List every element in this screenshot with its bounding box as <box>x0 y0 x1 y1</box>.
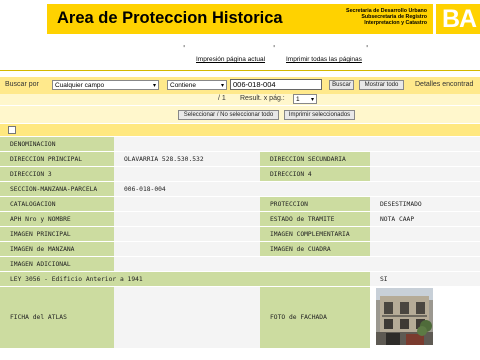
direccion-secundaria-value <box>370 152 480 166</box>
proteccion-value: DESESTIMADO <box>370 197 480 211</box>
field-select-value: Cualquier campo <box>55 82 105 89</box>
facade-photo[interactable] <box>376 288 433 345</box>
search-button[interactable]: Buscar <box>329 80 354 90</box>
table-row: LEY 3056 - Edificio Anterior a 1941 SI <box>0 272 480 286</box>
logo-text: BA <box>442 5 477 33</box>
table-row: IMAGEN de MANZANA IMAGEN de CUADRA <box>0 242 480 256</box>
imagen-principal-label: IMAGEN PRINCIPAL <box>0 227 114 241</box>
imagen-adicional-label: IMAGEN ADICIONAL <box>0 257 114 271</box>
selection-row <box>0 124 480 136</box>
imagen-adicional-value <box>114 257 480 271</box>
subtitle-line: Interpretacion y Catastro <box>364 20 427 27</box>
direccion-3-value <box>114 167 260 181</box>
chevron-down-icon: ▾ <box>220 83 224 89</box>
print-current-page-link[interactable]: Impresión página actual <box>196 56 265 63</box>
direccion-3-label: DIRECCION 3 <box>0 167 114 181</box>
table-row: IMAGEN ADICIONAL <box>0 257 480 271</box>
results-per-page-label: Result. x pág.: <box>240 95 285 102</box>
show-all-button[interactable]: Mostrar todo <box>359 80 404 90</box>
table-row: SECCION-MANZANA-PARCELA 006-018-004 <box>0 182 480 196</box>
page-title: Area de Proteccion Historica <box>57 9 283 27</box>
search-label: Buscar por <box>5 81 39 88</box>
condition-select[interactable]: Contiene ▾ <box>167 80 227 90</box>
imagen-cuadra-value <box>370 242 480 256</box>
ley-3056-label: LEY 3056 - Edificio Anterior a 1941 <box>0 272 370 286</box>
field-select[interactable]: Cualquier campo ▾ <box>52 80 159 90</box>
imagen-manzana-value <box>114 242 260 256</box>
proteccion-label: PROTECCION <box>260 197 370 211</box>
smp-label: SECCION-MANZANA-PARCELA <box>0 182 114 196</box>
imagen-complementaria-value <box>370 227 480 241</box>
divider <box>0 70 480 71</box>
table-row: CATALOGACION PROTECCION DESESTIMADO <box>0 197 480 211</box>
search-input[interactable]: 006-018-004 <box>230 79 322 90</box>
pagination-bar: / 1 Result. x pág.: 1 ▾ <box>0 94 480 105</box>
ficha-atlas-value <box>114 287 260 348</box>
table-row: APH Nro y NOMBRE ESTADO de TRAMITE NOTA … <box>0 212 480 226</box>
results-per-page-select[interactable]: 1 ▾ <box>293 94 317 104</box>
aph-label: APH Nro y NOMBRE <box>0 212 114 226</box>
direccion-secundaria-label: DIRECCION SECUNDARIA <box>260 152 370 166</box>
chevron-down-icon: ▾ <box>310 97 314 103</box>
imagen-principal-value <box>114 227 260 241</box>
aph-value <box>114 212 260 226</box>
table-row: DIRECCION PRINCIPAL OLAVARRIA 528.530.53… <box>0 152 480 166</box>
direccion-principal-label: DIRECCION PRINCIPAL <box>0 152 114 166</box>
direccion-principal-value: OLAVARRIA 528.530.532 <box>114 152 260 166</box>
actions-bar: Seleccionar / No seleccionar todo Imprim… <box>0 106 480 123</box>
select-record-checkbox[interactable] <box>8 126 16 134</box>
table-row: DENOMINACION <box>0 137 480 151</box>
ba-logo: BA <box>436 4 480 34</box>
smp-value: 006-018-004 <box>114 182 480 196</box>
direccion-4-value <box>370 167 480 181</box>
condition-select-value: Contiene <box>170 82 197 89</box>
print-selected-button[interactable]: Imprimir seleccionados <box>284 110 355 120</box>
table-row: DIRECCION 3 DIRECCION 4 <box>0 167 480 181</box>
separator-tick: ' <box>366 44 369 53</box>
select-all-toggle-button[interactable]: Seleccionar / No seleccionar todo <box>178 110 279 120</box>
ficha-atlas-label: FICHA del ATLAS <box>0 287 114 348</box>
separator-tick: ' <box>273 44 276 53</box>
facade-photo-image <box>376 288 433 345</box>
per-page-value: 1 <box>296 96 300 103</box>
chevron-down-icon: ▾ <box>152 83 156 89</box>
print-all-pages-link[interactable]: Imprimir todas las páginas <box>286 56 362 63</box>
estado-tramite-label: ESTADO de TRAMITE <box>260 212 370 226</box>
separator-tick: ' <box>183 44 186 53</box>
imagen-cuadra-label: IMAGEN de CUADRA <box>260 242 370 256</box>
header-subtitle: Secretaria de Desarrollo Urbano Subsecre… <box>346 8 427 27</box>
imagen-complementaria-label: IMAGEN COMPLEMENTARIA <box>260 227 370 241</box>
catalogacion-value <box>114 197 260 211</box>
imagen-manzana-label: IMAGEN de MANZANA <box>0 242 114 256</box>
page-of-text: / 1 <box>218 95 226 102</box>
details-found-text: Detalles encontrad <box>415 81 474 88</box>
ley-3056-value: SI <box>370 272 480 286</box>
table-row: IMAGEN PRINCIPAL IMAGEN COMPLEMENTARIA <box>0 227 480 241</box>
direccion-4-label: DIRECCION 4 <box>260 167 370 181</box>
catalogacion-label: CATALOGACION <box>0 197 114 211</box>
header-banner: Area de Proteccion Historica Secretaria … <box>47 4 433 34</box>
foto-fachada-label: FOTO de FACHADA <box>260 287 370 348</box>
search-bar: Buscar por Cualquier campo ▾ Contiene ▾ … <box>0 77 480 94</box>
estado-tramite-value: NOTA CAAP <box>370 212 480 226</box>
denominacion-value <box>114 137 480 151</box>
denominacion-label: DENOMINACION <box>0 137 114 151</box>
